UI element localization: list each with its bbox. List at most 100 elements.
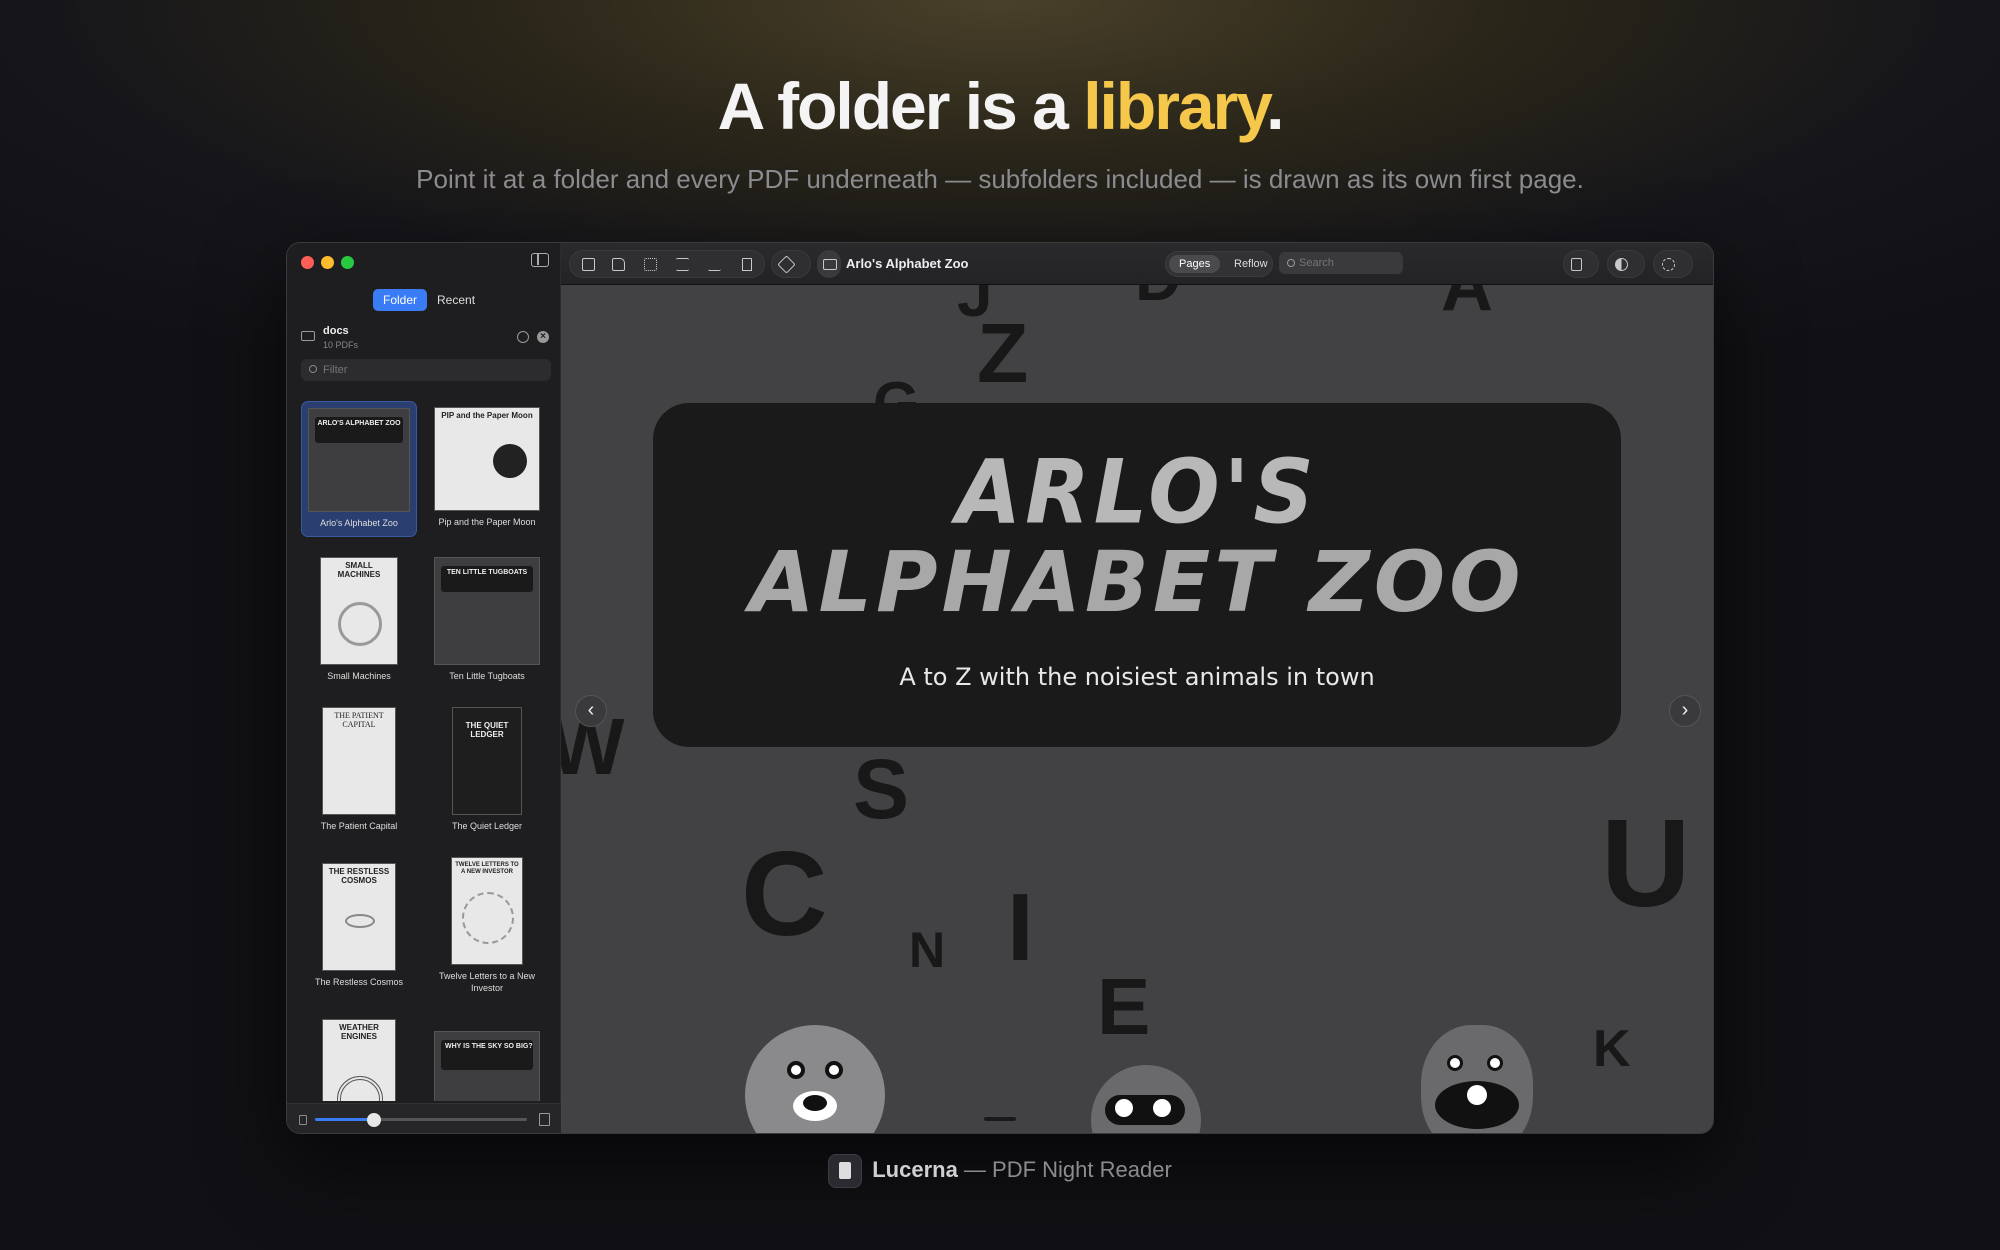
slider-fill (315, 1118, 375, 1121)
pdf-item[interactable]: PIP and the Paper Moon Pip and the Paper… (429, 401, 545, 535)
refresh-icon[interactable] (517, 331, 529, 343)
search-icon (1287, 259, 1295, 267)
pdf-title: The Quiet Ledger (451, 821, 523, 831)
pdf-title: The Patient Capital (320, 821, 398, 831)
book-title-line1: ARLO'S (956, 440, 1318, 544)
thumbnail-size-slider[interactable] (315, 1118, 527, 1121)
sidebar: Folder Recent docs 10 PDFs × ARLO'S ALPH… (287, 243, 561, 1133)
pdf-title: Arlo's Alphabet Zoo (320, 518, 398, 528)
pdf-item[interactable]: TWELVE LETTERS TO A NEW INVESTOR Twelve … (429, 851, 545, 1000)
pdf-title: Twelve Letters to a New Investor (438, 971, 536, 993)
previous-page-button[interactable]: ‹ (575, 695, 607, 727)
view-mode-reflow[interactable]: Reflow (1228, 255, 1274, 273)
cover-title: THE QUIET LEDGER (465, 721, 509, 739)
close-folder-icon[interactable]: × (537, 331, 549, 343)
toolbar: Arlo's Alphabet Zoo Pages Reflow (561, 243, 1713, 285)
search-input[interactable] (1279, 252, 1403, 274)
gear-illustration (338, 602, 382, 646)
pdf-thumbnail: SMALL MACHINES (320, 557, 398, 665)
pdf-title: Pip and the Paper Moon (438, 517, 536, 527)
next-page-button[interactable]: › (1669, 695, 1701, 727)
app-window: Folder Recent docs 10 PDFs × ARLO'S ALPH… (286, 242, 1714, 1134)
toolbar-tool-group (569, 250, 765, 278)
book-title-line2: ALPHABET ZOO (749, 533, 1525, 631)
seal-illustration (462, 892, 514, 944)
page-letter: D (1135, 285, 1181, 315)
tag-icon (777, 255, 796, 274)
pdf-item[interactable]: TEN LITTLE TUGBOATS Ten Little Tugboats (429, 551, 545, 689)
pdf-title: Ten Little Tugboats (449, 671, 525, 681)
folder-name: docs (323, 325, 349, 337)
pdf-item[interactable]: SMALL MACHINES Small Machines (301, 551, 417, 689)
slider-knob[interactable] (367, 1113, 382, 1127)
page-letter: S (853, 742, 910, 836)
pdf-thumbnail: TEN LITTLE TUGBOATS (434, 557, 540, 665)
page-drag-handle[interactable] (984, 1117, 1016, 1121)
footer-brand: Lucerna (872, 1156, 958, 1182)
pdf-item[interactable]: WEATHER ENGINES (301, 1013, 417, 1101)
cover-title: SMALL MACHINES (337, 561, 381, 579)
pdf-thumbnail: WHY IS THE SKY SO BIG? (434, 1031, 540, 1101)
annotate-pencil-icon[interactable] (707, 258, 726, 271)
zoom-window-button[interactable] (341, 256, 354, 269)
hero-headline: A folder is a library. (0, 68, 2000, 144)
pdf-thumbnail: WEATHER ENGINES (322, 1019, 396, 1101)
page-letter: I (1007, 874, 1034, 981)
tab-recent[interactable]: Recent (427, 289, 485, 311)
title-card: ARLO'S ALPHABET ZOO A to Z with the nois… (653, 403, 1621, 747)
galaxy-illustration (345, 914, 375, 928)
filter-search-icon (309, 365, 317, 373)
page-view: J D A Z G F W S C N I E U K ARLO'S ALPHA… (561, 285, 1713, 1133)
close-window-button[interactable] (301, 256, 314, 269)
page-letter: C (741, 827, 828, 961)
settings-menu-button[interactable] (1653, 250, 1693, 278)
bookmark-icon[interactable] (742, 258, 752, 271)
page-letter: A (1441, 285, 1493, 326)
gear-icon (1662, 258, 1675, 271)
minimize-window-button[interactable] (321, 256, 334, 269)
page-layout-menu-button[interactable] (1563, 250, 1599, 278)
pdf-thumbnail: THE QUIET LEDGER (452, 707, 522, 815)
pdf-item[interactable]: WHY IS THE SKY SO BIG? (429, 1025, 545, 1101)
pdf-thumbnail: TWELVE LETTERS TO A NEW INVESTOR (451, 857, 523, 965)
large-page-icon (539, 1113, 550, 1126)
raccoon-illustration (1091, 1065, 1201, 1133)
filter-input[interactable] (301, 359, 551, 381)
tab-folder[interactable]: Folder (373, 289, 428, 311)
cover-title: THE PATIENT CAPITAL (334, 711, 384, 729)
page-letter: N (909, 922, 946, 978)
view-mode-toggle: Pages Reflow (1165, 251, 1273, 277)
sidebar-tabs: Folder Recent (373, 289, 485, 311)
pdf-title: The Restless Cosmos (314, 977, 404, 987)
pdf-item[interactable]: ARLO'S ALPHABET ZOO Arlo's Alphabet Zoo (301, 401, 417, 537)
appearance-menu-button[interactable] (1607, 250, 1645, 278)
pdf-thumbnail: ARLO'S ALPHABET ZOO (308, 408, 410, 512)
folder-count: 10 PDFs (323, 340, 359, 350)
outline-icon[interactable] (676, 258, 689, 271)
grid-view-icon[interactable] (644, 258, 657, 271)
folder-row[interactable]: docs 10 PDFs × (301, 323, 551, 353)
pdf-item[interactable]: THE RESTLESS COSMOS The Restless Cosmos (301, 857, 417, 995)
pdf-thumbnail: THE RESTLESS COSMOS (322, 863, 396, 971)
bear-illustration (745, 1025, 885, 1133)
moon-illustration (493, 444, 527, 478)
zoom-slider-bar (287, 1103, 561, 1133)
pdf-item[interactable]: THE QUIET LEDGER The Quiet Ledger (429, 701, 545, 839)
sidebar-toggle-icon[interactable] (531, 253, 549, 267)
page-letter: U (1601, 795, 1691, 933)
cover-title: ARLO'S ALPHABET ZOO (315, 417, 403, 443)
wolf-illustration (1421, 1025, 1533, 1133)
reader-mode-button[interactable] (817, 250, 841, 278)
headline-accent: library (1083, 69, 1268, 143)
document-title: Arlo's Alphabet Zoo (846, 256, 969, 271)
small-page-icon (299, 1115, 307, 1125)
tag-menu-button[interactable] (771, 250, 811, 278)
pdf-item[interactable]: THE PATIENT CAPITAL The Patient Capital (301, 701, 417, 839)
pdf-thumbnail: PIP and the Paper Moon (434, 407, 540, 511)
page-layout-icon (1571, 258, 1582, 271)
view-mode-pages[interactable]: Pages (1169, 255, 1221, 273)
folder-icon[interactable] (612, 258, 625, 271)
cover-title: WEATHER ENGINES (339, 1023, 379, 1041)
open-file-icon[interactable] (582, 258, 595, 271)
pdf-title: Small Machines (327, 671, 391, 681)
